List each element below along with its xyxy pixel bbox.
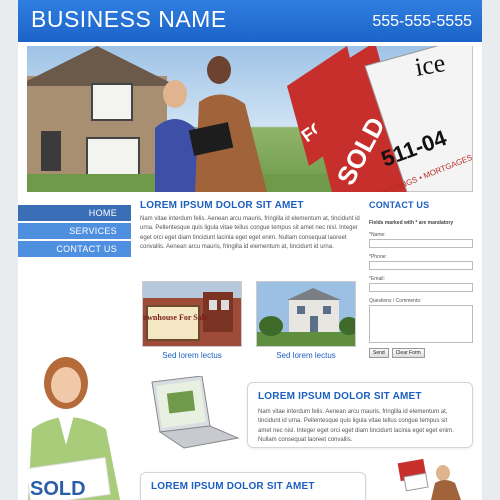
email-field[interactable] [369, 283, 473, 292]
thumbnail-townhouse[interactable]: Townhouse For Sale [142, 281, 242, 347]
house-window [91, 83, 133, 121]
phone-number: 555-555-5555 [372, 13, 472, 30]
send-button[interactable]: Send [369, 348, 389, 358]
nav-item-contact-us[interactable]: CONTACT US [18, 241, 131, 257]
townhouse-image: Townhouse For Sale [143, 282, 241, 346]
laptop-image [151, 376, 240, 449]
contact-form: CONTACT US Fields marked with * are mand… [369, 200, 475, 358]
contact-title: CONTACT US [369, 200, 430, 210]
sold-photo [397, 458, 461, 500]
card-title: LOREM IPSUM DOLOR SIT AMET [258, 391, 422, 402]
person-head [207, 56, 231, 84]
house-image [257, 282, 355, 346]
name-label: *Name: [369, 232, 386, 238]
nav-item-services[interactable]: SERVICES [18, 223, 131, 239]
agent-sign-text: SOLD [30, 478, 86, 500]
phone-label: *Phone: [369, 254, 387, 260]
card-text: Nam vitae interdum felis. Aenean arcu ma… [258, 409, 454, 443]
thumbnail-caption[interactable]: Sed lorem lectus [256, 351, 356, 360]
agent-face [51, 367, 81, 403]
person-head [163, 80, 187, 108]
mandatory-note: Fields marked with * are mandatory [369, 220, 454, 226]
nav-item-home[interactable]: HOME [18, 205, 131, 221]
comments-label: Questions / Comments: [369, 298, 422, 304]
main-content: LOREM IPSUM DOLOR SIT AMET Nam vitae int… [140, 200, 362, 360]
name-field[interactable] [369, 239, 473, 248]
thumbnail-house[interactable] [256, 281, 356, 347]
business-name[interactable]: BUSINESS NAME [31, 6, 227, 33]
page: BUSINESS NAME 555-555-5555 FOR SALE SOLD [18, 0, 482, 500]
sign-office-text: ice [413, 48, 448, 82]
info-card: LOREM IPSUM DOLOR SIT AMET [140, 472, 366, 500]
main-text: Nam vitae interdum felis. Aenean arcu ma… [140, 216, 360, 250]
house-roof [27, 46, 177, 86]
townhouse-sign-text: Townhouse For Sale [143, 313, 208, 322]
sidebar-nav: HOME SERVICES CONTACT US [18, 205, 131, 259]
thumbnail-row: Townhouse For Sale Sed lorem lectus Sed [140, 281, 362, 365]
info-card: LOREM IPSUM DOLOR SIT AMET Nam vitae int… [247, 382, 473, 448]
email-label: *Email: [369, 276, 385, 282]
clear-form-button[interactable]: Clear Form [391, 348, 425, 358]
comments-field[interactable] [369, 305, 473, 343]
hero-image: FOR SALE SOLD ice 511-04 SETTINGS • MORT… [27, 46, 473, 192]
card-title: LOREM IPSUM DOLOR SIT AMET [151, 481, 315, 492]
main-title: LOREM IPSUM DOLOR SIT AMET [140, 200, 304, 211]
phone-field[interactable] [369, 261, 473, 270]
agent-photo: SOLD [28, 357, 120, 500]
hero-illustration: FOR SALE SOLD ice 511-04 SETTINGS • MORT… [27, 46, 473, 192]
thumbnail-caption[interactable]: Sed lorem lectus [142, 351, 242, 360]
form-buttons: Send Clear Form [369, 348, 475, 358]
house-door [41, 131, 61, 171]
site-header: BUSINESS NAME 555-555-5555 [18, 0, 482, 42]
